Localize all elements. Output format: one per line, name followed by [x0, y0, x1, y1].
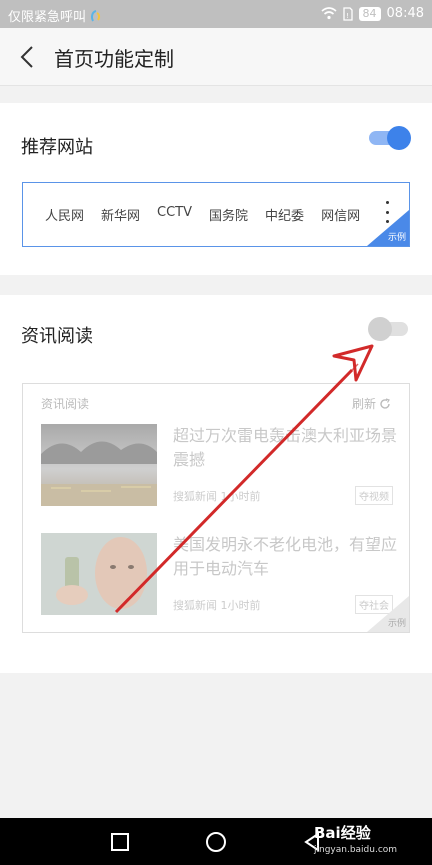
recommended-sites-preview: 人民网 新华网 CCTV 国务院 中纪委 网信网 示例	[22, 182, 410, 247]
news-headline: 美国发明永不老化电池，有望应用于电动汽车	[173, 535, 398, 578]
storm-image	[41, 424, 157, 506]
battery-icon: 84	[358, 6, 381, 21]
site-item: CCTV	[157, 205, 193, 220]
news-reading-toggle[interactable]	[368, 317, 412, 341]
back-button[interactable]	[12, 42, 42, 72]
news-thumbnail-battery	[41, 533, 157, 615]
example-corner-badge: 示例	[367, 596, 409, 632]
news-source: 搜狐新闻	[173, 599, 217, 612]
site-list: 人民网 新华网 CCTV 国务院 中纪委 网信网	[45, 205, 377, 224]
news-preview-title: 资讯阅读	[41, 397, 90, 411]
toggle-knob	[387, 126, 411, 150]
wifi-call-icon	[91, 9, 101, 21]
site-item: 新华网	[101, 209, 141, 224]
carrier-text: 仅限紧急呼叫	[8, 10, 87, 25]
refresh-button: 刷新	[352, 395, 391, 412]
page-title: 首页功能定制	[54, 47, 174, 71]
news-time: 1小时前	[220, 490, 261, 503]
news-item: 美国发明永不老化电池，有望应用于电动汽车 搜狐新闻 1小时前 夺社会	[41, 533, 397, 617]
app-header: 首页功能定制	[0, 28, 432, 86]
news-time: 1小时前	[220, 599, 261, 612]
chevron-left-icon	[20, 46, 33, 68]
watermark-url: jingyan.baidu.com	[314, 845, 398, 855]
battery-person-image	[41, 533, 157, 615]
news-headline: 超过万次雷电轰击澳大利亚场景震撼	[173, 426, 398, 469]
svg-text:!: !	[346, 12, 349, 20]
site-item: 国务院	[209, 209, 249, 224]
news-item: 超过万次雷电轰击澳大利亚场景震撼 搜狐新闻 1小时前 夺视频	[41, 424, 397, 508]
watermark-brand: Bai经验	[314, 824, 371, 842]
news-meta: 搜狐新闻 1小时前	[173, 597, 261, 613]
status-bar: 仅限紧急呼叫 ! 84 08:48	[0, 0, 432, 28]
home-button[interactable]	[204, 830, 228, 854]
recents-button[interactable]	[108, 830, 132, 854]
sim-icon: !	[342, 6, 353, 21]
site-item: 中纪委	[265, 209, 305, 224]
example-label: 示例	[387, 619, 406, 629]
example-label: 示例	[387, 233, 406, 243]
news-reading-preview: 资讯阅读 刷新 超过万次雷电轰击澳大利亚场景震撼 搜狐新闻 1小时前 夺视频 美…	[22, 383, 410, 633]
watermark: Bai经验 jingyan.baidu.com	[314, 822, 397, 855]
site-item: 网信网	[321, 209, 361, 224]
wifi-icon	[321, 7, 337, 20]
example-corner-badge: 示例	[367, 210, 409, 246]
news-reading-label: 资讯阅读	[21, 326, 93, 347]
recommended-sites-toggle[interactable]	[367, 126, 411, 150]
site-item: 人民网	[45, 209, 85, 224]
news-meta: 搜狐新闻 1小时前	[173, 488, 261, 504]
clock: 08:48	[386, 6, 424, 21]
news-source: 搜狐新闻	[173, 490, 217, 503]
news-thumbnail-storm	[41, 424, 157, 506]
recommended-sites-label: 推荐网站	[21, 137, 93, 158]
toggle-knob	[368, 317, 392, 341]
refresh-label: 刷新	[351, 397, 376, 411]
news-tag: 夺视频	[355, 486, 393, 505]
refresh-icon	[380, 397, 390, 409]
